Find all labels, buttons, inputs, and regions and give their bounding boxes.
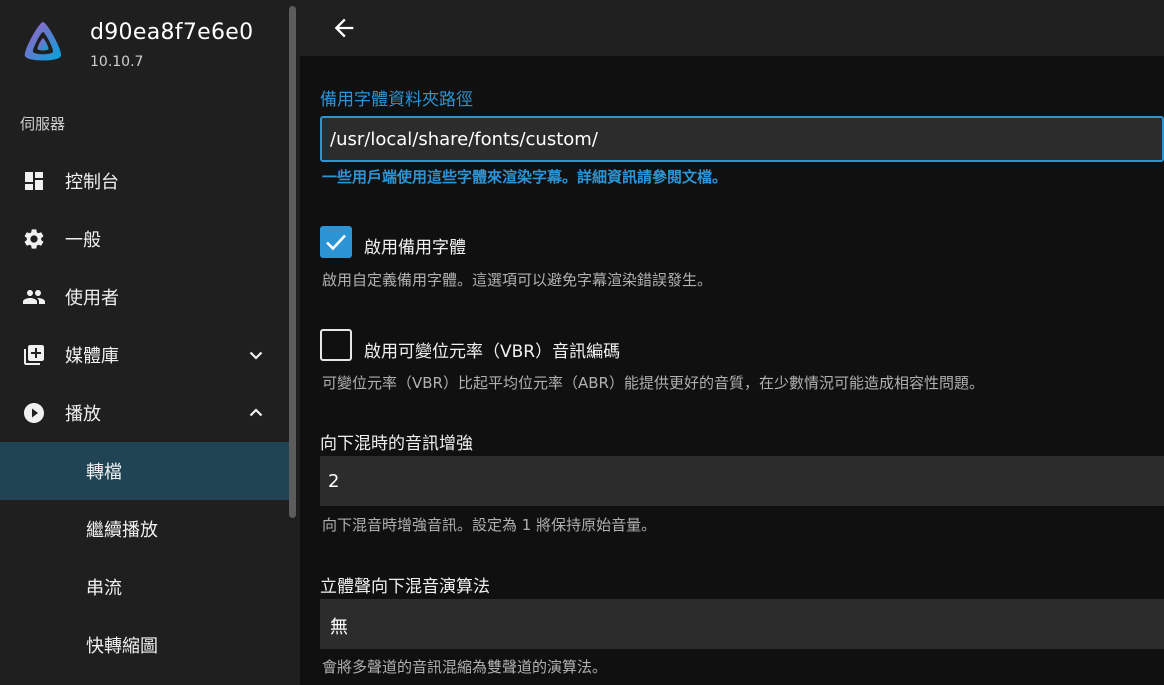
stereo-downmix-label: 立體聲向下混音演算法 <box>320 577 490 597</box>
sidebar-item-playback[interactable]: 播放 <box>0 384 289 442</box>
fallback-font-path-label: 備用字體資料夾路徑 <box>320 90 473 110</box>
sidebar-subitem-trickplay[interactable]: 快轉縮圖 <box>0 616 289 674</box>
sidebar-item-label: 媒體庫 <box>65 346 119 367</box>
sidebar-item-label: 繼續播放 <box>86 520 158 541</box>
stereo-downmix-select[interactable]: 無 <box>320 599 1164 649</box>
sidebar-item-general[interactable]: 一般 <box>0 210 289 268</box>
stereo-downmix-help: 會將多聲道的音訊混縮為雙聲道的演算法。 <box>322 658 608 676</box>
sidebar-item-libraries[interactable]: 媒體庫 <box>0 326 289 384</box>
enable-vbr-audio-help: 可變位元率（VBR）比起平均位元率（ABR）能提供更好的音質，在少數情況可能造成… <box>322 374 984 392</box>
sidebar: d90ea8f7e6e0 10.10.7 伺服器 控制台 一般 使用者 媒體庫 <box>0 0 300 685</box>
top-bar <box>300 0 1164 56</box>
sidebar-subitem-resume[interactable]: 繼續播放 <box>0 500 289 558</box>
server-version: 10.10.7 <box>90 54 144 70</box>
sidebar-item-label: 播放 <box>65 404 101 425</box>
downmix-boost-input[interactable] <box>320 456 1164 506</box>
downmix-boost-help: 向下混音時增強音訊。設定為 1 將保持原始音量。 <box>322 516 657 534</box>
dashboard-icon <box>25 172 43 190</box>
enable-fallback-font-help: 啟用自定義備用字體。這選項可以避免字幕渲染錯誤發生。 <box>322 271 713 289</box>
library-add-icon <box>24 345 44 365</box>
sidebar-scrollbar[interactable] <box>289 6 296 518</box>
downmix-boost-label: 向下混時的音訊增強 <box>320 434 473 454</box>
sidebar-item-label: 使用者 <box>65 288 119 309</box>
people-icon <box>23 290 45 304</box>
sidebar-item-label: 一般 <box>65 230 101 251</box>
enable-vbr-audio-checkbox[interactable] <box>320 329 352 361</box>
enable-fallback-font-checkbox[interactable] <box>320 226 352 258</box>
chevron-up-icon[interactable] <box>244 401 268 425</box>
sidebar-item-label: 控制台 <box>65 172 119 193</box>
sidebar-item-label: 串流 <box>86 578 122 599</box>
fallback-font-path-input[interactable] <box>320 116 1164 162</box>
sidebar-item-label: 轉檔 <box>86 462 122 483</box>
enable-vbr-audio-label[interactable]: 啟用可變位元率（VBR）音訊編碼 <box>364 337 620 362</box>
enable-fallback-font-label[interactable]: 啟用備用字體 <box>364 233 466 258</box>
transcoding-settings-form: 備用字體資料夾路徑 一些用戶端使用這些字體來渲染字幕。詳細資訊請參閱文檔。 啟用… <box>300 56 1164 685</box>
gear-icon <box>24 229 44 249</box>
chevron-down-icon[interactable] <box>244 343 268 367</box>
section-label-server: 伺服器 <box>20 115 66 133</box>
arrow-left-icon[interactable] <box>330 14 358 42</box>
sidebar-subitem-transcoding[interactable]: 轉檔 <box>0 442 289 500</box>
sidebar-item-label: 快轉縮圖 <box>86 636 158 657</box>
sidebar-subitem-streaming[interactable]: 串流 <box>0 558 289 616</box>
jellyfin-logo <box>24 22 62 61</box>
stereo-downmix-selected-value: 無 <box>330 617 348 638</box>
sidebar-item-dashboard[interactable]: 控制台 <box>0 152 289 210</box>
checkmark-icon <box>326 234 346 251</box>
play-circle-icon <box>24 403 44 423</box>
sidebar-item-users[interactable]: 使用者 <box>0 268 289 326</box>
fallback-font-path-help: 一些用戶端使用這些字體來渲染字幕。詳細資訊請參閱文檔。 <box>322 168 728 186</box>
server-name: d90ea8f7e6e0 <box>90 20 254 45</box>
